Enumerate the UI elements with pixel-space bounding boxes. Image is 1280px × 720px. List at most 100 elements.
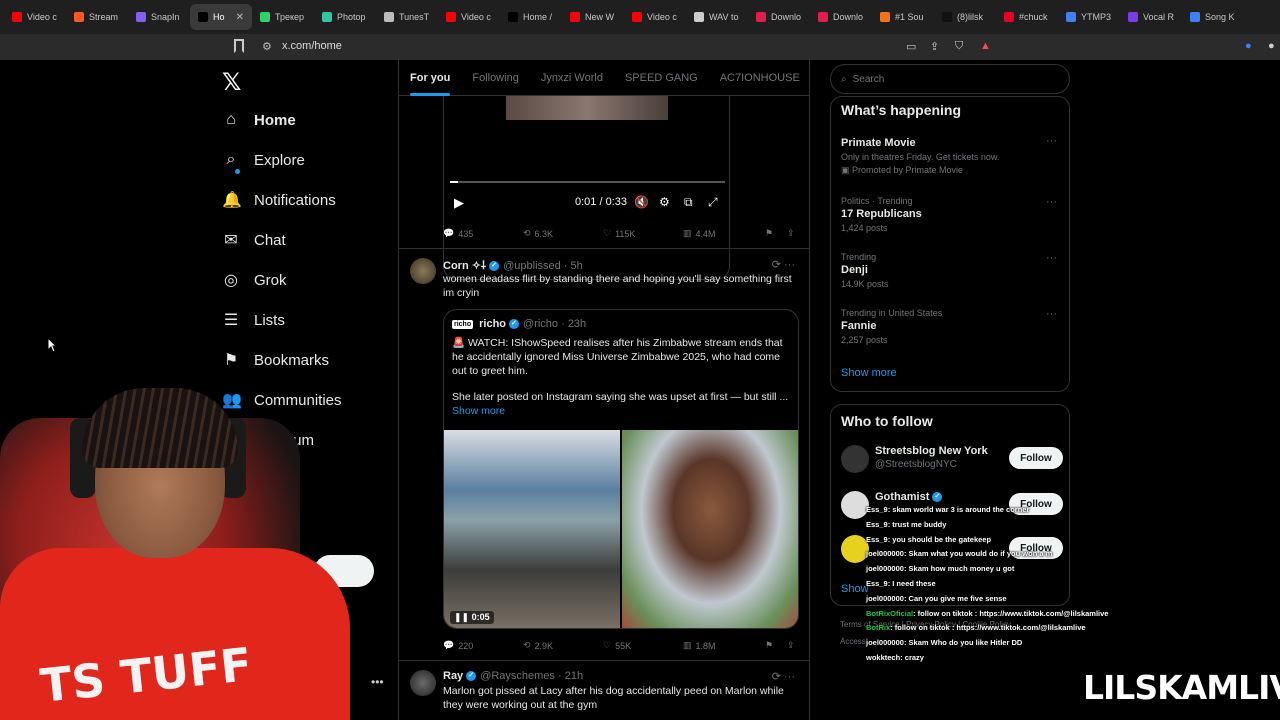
repost-button[interactable]: ⟲ 6.3K — [523, 228, 553, 239]
post-menu-icon[interactable]: ⟳ ··· — [772, 258, 795, 271]
pip-icon[interactable]: ⧉ — [684, 195, 693, 210]
nav-item-bookmarks[interactable]: ⚑ Bookmarks — [222, 346, 329, 374]
browser-tab[interactable]: Downlo — [810, 4, 872, 30]
share-post-icon[interactable]: ⇪ — [787, 228, 795, 239]
chat-message: BotRixOficial: follow on tiktok : https:… — [866, 608, 1109, 618]
tab-label: WAV to — [709, 12, 739, 22]
browser-tab[interactable]: SnapIn — [128, 4, 190, 30]
trend-item[interactable]: Primate Movie Only in theatres Friday. G… — [841, 135, 1061, 176]
browser-tab[interactable]: Ho ✕ — [190, 4, 252, 30]
browser-tab[interactable]: #1 Sou — [872, 4, 934, 30]
timeline-tab[interactable]: Following — [461, 60, 529, 96]
webcam-overlay: TS TUFF — [0, 378, 380, 720]
show-more-link[interactable]: Show more — [841, 367, 897, 379]
video-frame — [506, 96, 668, 120]
avatar[interactable] — [410, 258, 436, 284]
show-more-link[interactable]: Show — [841, 583, 869, 595]
trend-item[interactable]: Politics · Trending 17 Republicans 1,424… — [841, 196, 1061, 233]
video-progress-bar[interactable] — [450, 181, 725, 183]
profile-icon[interactable]: ● — [1268, 40, 1275, 52]
bookmark-post-icon[interactable]: ⚑ — [765, 640, 773, 651]
video-player[interactable]: ▶ 0:01 / 0:33 🔇 ⚙ ⧉ ⤢ — [443, 96, 730, 280]
more-icon[interactable]: ··· — [1046, 252, 1057, 264]
timeline-tab[interactable]: AC7IONHOUSE — [709, 60, 809, 96]
browser-tab[interactable]: Downlo — [748, 4, 810, 30]
browser-tab[interactable]: WAV to — [686, 4, 748, 30]
browser-tab[interactable]: Video c — [4, 4, 66, 30]
timeline-tab[interactable]: Jynxzi World — [530, 60, 614, 96]
tab-favicon-icon — [694, 12, 704, 22]
nav-item-chat[interactable]: ✉ Chat — [222, 226, 285, 254]
like-button[interactable]: ♡ 55K — [603, 640, 631, 651]
quote-media-image[interactable] — [622, 430, 798, 628]
browser-tab[interactable]: Video c — [438, 4, 500, 30]
reply-button[interactable]: 💬 435 — [443, 228, 473, 239]
browser-tab[interactable]: Video c — [624, 4, 686, 30]
nav-item-notifications[interactable]: 🔔 Notifications — [222, 186, 336, 214]
follow-button[interactable]: Follow — [1009, 447, 1063, 469]
reply-button[interactable]: 💬 220 — [443, 640, 473, 651]
post-author[interactable]: Ray ✓ @Rayschemes · 21h — [443, 670, 583, 682]
browser-tab[interactable]: New W — [562, 4, 624, 30]
post-menu-icon[interactable]: ⟳ ··· — [772, 670, 795, 683]
more-icon[interactable]: ··· — [1046, 308, 1057, 320]
url-field[interactable]: x.com/home — [282, 40, 342, 52]
share-icon[interactable]: ⇪ — [930, 40, 939, 53]
browser-tab[interactable]: Vocal R — [1120, 4, 1182, 30]
tab-favicon-icon — [74, 12, 84, 22]
fullscreen-icon[interactable]: ⤢ — [708, 195, 718, 210]
like-button[interactable]: ♡ 115K — [603, 228, 635, 239]
tab-favicon-icon — [1004, 12, 1014, 22]
browser-tab[interactable]: Song K — [1182, 4, 1244, 30]
views-button[interactable]: ▥ 1.8M — [683, 640, 716, 651]
nav-item-lists[interactable]: ☰ Lists — [222, 306, 285, 334]
bookmark-post-icon[interactable]: ⚑ — [765, 228, 773, 239]
site-info-icon[interactable]: ⚙ — [262, 40, 272, 53]
browser-tab[interactable]: TunesT — [376, 4, 438, 30]
bookmark-icon[interactable] — [234, 39, 244, 53]
trend-item[interactable]: Trending Denji 14.9K posts ··· — [841, 252, 1061, 289]
more-icon[interactable]: ··· — [1046, 196, 1057, 208]
repost-button[interactable]: ⟲ 2.9K — [523, 640, 553, 651]
browser-tab[interactable]: Photop — [314, 4, 376, 30]
browser-tab[interactable]: YTMP3 — [1058, 4, 1120, 30]
trend-item[interactable]: Trending in United States Fannie 2,257 p… — [841, 308, 1061, 345]
brave-rewards-icon[interactable]: ▲ — [980, 40, 991, 52]
settings-icon[interactable]: ⚙ — [659, 195, 670, 209]
tab-label: #1 Sou — [895, 12, 924, 22]
show-more-link[interactable]: Show more — [452, 405, 505, 417]
nav-item-home[interactable]: ⌂ Home — [222, 106, 296, 134]
browser-tab[interactable]: Stream — [66, 4, 128, 30]
follow-suggestion[interactable]: Streetsblog New York @StreetsblogNYC Fol… — [841, 443, 1063, 477]
avatar[interactable] — [410, 670, 436, 696]
extension-icon[interactable]: ● — [1245, 40, 1252, 52]
x-logo-icon[interactable]: 𝕏 — [222, 68, 241, 96]
browser-tab[interactable]: #chuck — [996, 4, 1058, 30]
post-text: Marlon got pissed at Lacy after his dog … — [443, 685, 784, 711]
chat-message: Ess_9: I need these — [866, 579, 936, 588]
tab-label: #chuck — [1019, 12, 1048, 22]
share-post-icon[interactable]: ⇪ — [787, 640, 795, 651]
cast-icon[interactable]: ▭ — [906, 40, 916, 53]
close-tab-icon[interactable]: ✕ — [236, 12, 244, 23]
post-author[interactable]: Corn ✧⸸ ✓ @upblissed · 5h — [443, 258, 583, 273]
browser-tab[interactable]: (8)lilsk — [934, 4, 996, 30]
browser-tab[interactable]: Home / — [500, 4, 562, 30]
views-button[interactable]: ▥ 4.4M — [683, 228, 716, 239]
video-time: 0:01 / 0:33 — [575, 196, 627, 208]
quote-media-video[interactable]: ❚❚ 0:05 — [444, 430, 620, 628]
chat-message: Ess_9: skam world war 3 is around the co… — [866, 505, 1030, 514]
mute-icon[interactable]: 🔇 — [634, 195, 649, 209]
browser-tab[interactable]: Трекер — [252, 4, 314, 30]
home-icon: ⌂ — [226, 111, 236, 128]
search-input[interactable]: ⌕ Search — [830, 64, 1070, 94]
nav-item-grok[interactable]: ◎ Grok — [222, 266, 287, 294]
quoted-post[interactable]: richo richo ✓ @richo · 23h 🚨 WATCH: IShowSp… — [443, 309, 799, 629]
play-icon[interactable]: ▶ — [454, 195, 464, 211]
timeline-tab[interactable]: SPEED GANG — [614, 60, 709, 96]
nav-item-explore[interactable]: ⌕ Explore — [222, 146, 305, 174]
tab-label: TunesT — [399, 12, 430, 22]
shield-icon[interactable]: ⛉ — [955, 40, 963, 53]
more-icon[interactable]: ··· — [1046, 135, 1057, 147]
timeline-tab[interactable]: For you — [399, 60, 461, 96]
